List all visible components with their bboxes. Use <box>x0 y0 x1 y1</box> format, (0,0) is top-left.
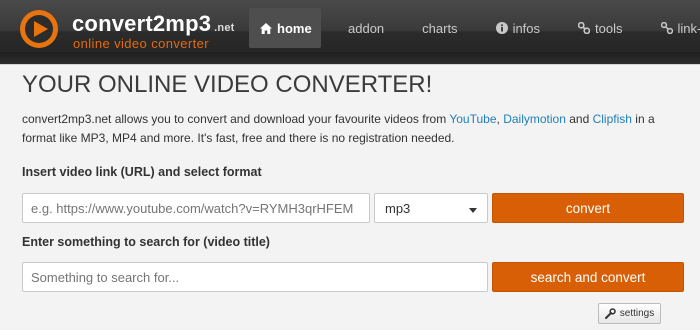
dailymotion-link[interactable]: Dailymotion <box>503 112 566 126</box>
format-select[interactable]: mp3 <box>374 193 488 223</box>
nav-tools-label: tools <box>595 21 622 36</box>
nav-infos[interactable]: infos <box>485 8 551 48</box>
nav-charts[interactable]: charts <box>411 8 468 48</box>
convert-button[interactable]: convert <box>492 193 684 223</box>
intro-paragraph: convert2mp3.net allows you to convert an… <box>22 110 682 148</box>
header-shadow-strip <box>0 52 700 64</box>
info-icon <box>496 22 508 34</box>
nav-link-us[interactable]: link-us <box>650 8 700 48</box>
main-content: YOUR ONLINE VIDEO CONVERTER! convert2mp3… <box>0 64 700 330</box>
main-nav: home addon charts infos tools link-us <box>249 0 700 52</box>
nav-infos-label: infos <box>513 21 540 36</box>
nav-link-us-label: link-us <box>678 21 700 36</box>
home-icon <box>260 23 272 34</box>
intro-text: convert2mp3.net allows you to convert an… <box>22 112 449 126</box>
intro-separator: and <box>566 112 593 126</box>
format-select-value: mp3 <box>385 201 410 216</box>
nav-home-label: home <box>277 21 312 36</box>
convert-button-label: convert <box>566 201 610 216</box>
nav-addon-label: addon <box>348 21 384 36</box>
search-input[interactable] <box>22 262 488 292</box>
tools-icon <box>578 22 590 34</box>
link-icon <box>661 22 673 34</box>
wrench-icon <box>605 308 616 319</box>
play-logo-icon <box>18 8 60 50</box>
video-url-input[interactable] <box>22 193 370 223</box>
chevron-down-icon <box>469 201 477 216</box>
nav-addon[interactable]: addon <box>337 8 395 48</box>
nav-tools[interactable]: tools <box>567 8 633 48</box>
clipfish-link[interactable]: Clipfish <box>593 112 632 126</box>
nav-charts-label: charts <box>422 21 457 36</box>
youtube-link[interactable]: YouTube <box>449 112 496 126</box>
page-title: YOUR ONLINE VIDEO CONVERTER! <box>22 71 432 99</box>
nav-home[interactable]: home <box>249 8 321 48</box>
search-and-convert-label: search and convert <box>531 270 646 285</box>
brand-suffix: .net <box>214 22 234 34</box>
url-section-label: Insert video link (URL) and select forma… <box>22 165 262 179</box>
site-logo[interactable]: convert2mp3.net online video converter <box>4 4 259 54</box>
settings-button[interactable]: settings <box>598 303 661 324</box>
brand-tagline: online video converter <box>73 36 209 51</box>
settings-button-label: settings <box>620 308 654 319</box>
brand-name: convert2mp3.net <box>72 11 235 37</box>
search-and-convert-button[interactable]: search and convert <box>492 262 684 292</box>
search-section-label: Enter something to search for (video tit… <box>22 235 270 249</box>
